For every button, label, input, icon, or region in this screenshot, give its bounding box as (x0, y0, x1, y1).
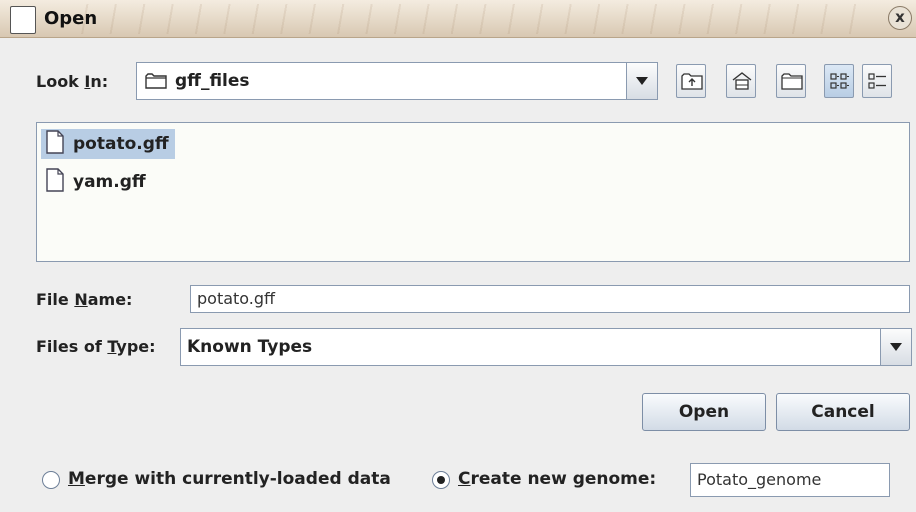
files-of-type-label-pre: Files of (36, 337, 108, 356)
look-in-combo[interactable]: gff_files (136, 62, 658, 100)
genome-name-field[interactable]: Potato_genome (690, 463, 890, 497)
list-view-button[interactable] (824, 64, 854, 98)
files-of-type-combo[interactable]: Known Types (180, 328, 912, 366)
file-item-yam[interactable]: yam.gff (41, 167, 152, 197)
folder-icon (145, 72, 167, 94)
create-genome-radio[interactable] (432, 471, 450, 489)
window-icon (10, 6, 36, 34)
home-icon (732, 72, 752, 90)
merge-label[interactable]: Merge with currently-loaded data (68, 469, 391, 489)
details-view-button[interactable] (862, 64, 892, 98)
merge-label-rest: erge with currently-loaded data (84, 469, 391, 489)
file-name-field[interactable]: potato.gff (190, 285, 910, 313)
merge-label-mnemonic: M (68, 469, 85, 489)
look-in-label-pre: Look (36, 72, 85, 91)
file-name-label-pre: File (36, 290, 75, 309)
window-title: Open (44, 8, 98, 29)
file-name-text: potato.gff (73, 134, 169, 154)
list-view-icon (830, 73, 849, 89)
file-name-text: yam.gff (73, 172, 146, 192)
merge-radio[interactable] (42, 471, 60, 489)
files-of-type-value: Known Types (187, 337, 313, 357)
file-list[interactable]: potato.gff yam.gff (36, 122, 910, 262)
up-folder-icon (681, 73, 703, 90)
up-one-level-button[interactable] (676, 64, 706, 98)
look-in-dropdown-arrow[interactable] (626, 63, 657, 99)
new-folder-icon (781, 73, 803, 90)
look-in-label: Look In: (36, 72, 108, 91)
open-button[interactable]: Open (642, 393, 766, 431)
look-in-label-post: n: (90, 72, 109, 91)
file-icon (45, 167, 65, 197)
new-folder-button[interactable] (776, 64, 806, 98)
title-bar: Open x (0, 0, 916, 38)
file-name-label-post: ame: (87, 290, 133, 309)
create-genome-label-mnemonic: C (458, 469, 471, 489)
file-name-label-mnemonic: N (74, 290, 88, 309)
cancel-button[interactable]: Cancel (776, 393, 910, 431)
details-view-icon (868, 73, 886, 89)
file-item-potato[interactable]: potato.gff (41, 129, 175, 159)
look-in-value: gff_files (175, 71, 250, 91)
file-name-label: File Name: (36, 290, 132, 309)
create-genome-label[interactable]: Create new genome: (458, 469, 656, 489)
create-genome-label-rest: reate new genome: (470, 469, 657, 489)
close-button[interactable]: x (888, 6, 912, 30)
files-of-type-label-post: ype: (116, 337, 156, 356)
files-of-type-label: Files of Type: (36, 337, 156, 356)
files-of-type-dropdown-arrow[interactable] (880, 329, 911, 365)
file-icon (45, 129, 65, 159)
home-button[interactable] (726, 64, 756, 98)
